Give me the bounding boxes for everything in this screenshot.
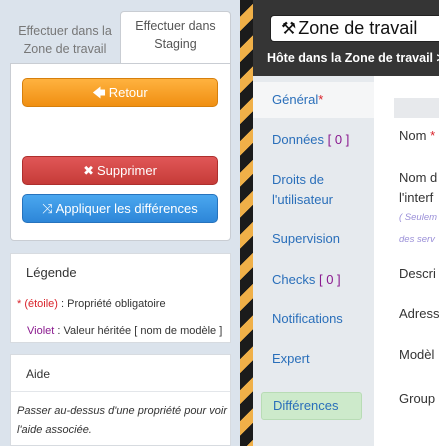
donnees-count-badge: [ 0 ] [327, 132, 350, 147]
help-text: Passer au-dessus d'une propriété pour vo… [17, 405, 227, 436]
nav-item-expert[interactable]: Expert [272, 349, 372, 369]
legend-panel: Légende * (étoile) : Propriété obligatoi… [10, 253, 231, 343]
nav-item-droits-utilisateur[interactable]: Droits de l'utilisateur [272, 170, 372, 210]
nav-item-supervision[interactable]: Supervision [272, 229, 372, 249]
field-nom-text: Nom [399, 128, 427, 143]
field-note-line2: des serv [399, 234, 435, 245]
tab-effectuer-zone-de-travail[interactable]: Effectuer dans la Zone de travail [10, 22, 120, 62]
field-nom-label: Nom * [399, 128, 435, 143]
legend-inherited-row: Violet : Valeur héritée [ nom de modèle … [27, 325, 222, 337]
nav-item-checks-label: Checks [272, 272, 316, 287]
breadcrumb: Hôte dans la Zone de travail > [267, 51, 439, 65]
checks-count-badge: [ 0 ] [318, 272, 341, 287]
legend-required-row: * (étoile) : Propriété obligatoire [17, 298, 166, 310]
tab-label-line1: Effectuer dans [135, 19, 216, 33]
arrow-left-icon: 🡄 [92, 85, 106, 100]
field-description-label: Descri [399, 266, 436, 281]
nav-item-general-label: Général [272, 92, 319, 107]
nav-item-donnees-label: Données [272, 132, 325, 147]
help-panel: Aide Passer au-dessus d'une propriété po… [10, 354, 231, 446]
delete-button-label: Supprimer [96, 163, 157, 178]
field-groupe-label: Group [399, 391, 436, 406]
actions-panel: 🡄 Retour ✖ Supprimer ⤨ Appliquer les différ… [10, 63, 231, 241]
back-button-label: Retour [108, 85, 148, 100]
shuffle-icon: ⤨ [42, 201, 53, 216]
workspace-title: ⚒ Zone de travail [270, 15, 439, 42]
legend-required-marker: * (étoile) [17, 298, 58, 310]
tab-effectuer-staging[interactable]: Effectuer dans Staging [120, 11, 231, 64]
tab-label-line2: Staging [154, 37, 197, 51]
field-modele-label: Modèl [399, 347, 435, 362]
nav-item-differences[interactable]: Différences [261, 392, 362, 420]
nav-item-general[interactable]: Général* [272, 90, 372, 110]
required-marker: * [430, 128, 436, 143]
apply-differences-button[interactable]: ⤨ Appliquer les différences [22, 194, 218, 223]
legend-title: Légende [26, 265, 77, 280]
nav-item-droits-line1: Droits de [272, 172, 325, 187]
field-adresse-label: Adress [399, 306, 439, 321]
form-header-bar [394, 98, 439, 118]
help-divider [11, 391, 230, 392]
workspace-title-label: Zone de travail [298, 18, 418, 38]
left-panel: Effectuer dans la Zone de travail Effect… [0, 0, 237, 446]
legend-inherited-text: : Valeur héritée [ nom de modèle ] [57, 325, 223, 337]
legend-required-text: : Propriété obligatoire [61, 298, 166, 310]
close-icon: ✖ [83, 163, 94, 178]
workspace-header: ⚒ Zone de travail Hôte dans la Zone de tr… [253, 0, 439, 76]
legend-inherited-marker: Violet [27, 325, 55, 337]
help-title: Aide [26, 367, 51, 381]
field-note-line1: ( Seulem [399, 212, 438, 223]
back-button[interactable]: 🡄 Retour [22, 78, 218, 107]
nav-item-droits-line2: l'utilisateur [272, 192, 334, 207]
delete-button[interactable]: ✖ Supprimer [22, 156, 218, 185]
workspace-body: Général* Données [ 0 ] Droits de l'utili… [253, 76, 439, 446]
nav-item-notifications[interactable]: Notifications [272, 309, 372, 329]
nav-item-checks[interactable]: Checks [ 0 ] [272, 270, 372, 290]
field-nom-interface-line2: l'interf [399, 190, 434, 205]
property-nav: Général* Données [ 0 ] Droits de l'utili… [253, 76, 374, 446]
required-marker: * [318, 92, 324, 107]
tab-label-line2: Zone de travail [23, 42, 107, 56]
field-nom-interface-line1: Nom d [399, 170, 438, 185]
tools-icon: ⚒ [281, 19, 297, 38]
property-form: Nom * Nom d l'interf ( Seulem des serv D… [374, 76, 439, 446]
apply-differences-button-label: Appliquer les différences [55, 201, 198, 216]
nav-item-donnees[interactable]: Données [ 0 ] [272, 130, 372, 150]
tab-label-line1: Effectuer dans la [18, 24, 112, 38]
workspace-area: ⚒ Zone de travail Hôte dans la Zone de tr… [240, 0, 439, 446]
